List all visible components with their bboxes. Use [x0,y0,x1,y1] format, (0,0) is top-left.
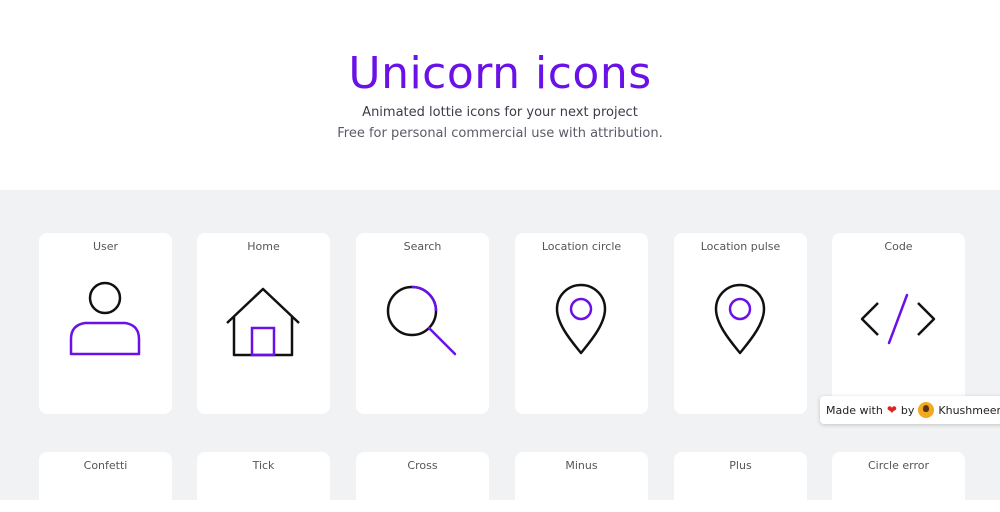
icon-card-label: Location pulse [700,240,781,253]
icon-card-circle-error[interactable]: Circle error [832,452,965,512]
hero-header: Unicorn icons Animated lottie icons for … [0,0,1000,190]
icon-card-label: Confetti [83,459,128,472]
icon-card-label: Code [884,240,913,253]
icon-gallery: User Home Search Location circle Locatio… [0,190,1000,512]
icon-card-label: User [92,240,119,253]
icon-card-minus[interactable]: Minus [515,452,648,512]
icon-card-label: Minus [565,459,598,472]
icon-card-home[interactable]: Home [197,233,330,414]
icon-card-code[interactable]: Code [832,233,965,414]
icon-card-label: Circle error [867,459,929,472]
page-title: Unicorn icons [348,48,652,99]
icon-card-label: Cross [407,459,438,472]
location-circle-icon [555,283,607,355]
icon-card-search[interactable]: Search [356,233,489,414]
icon-card-plus[interactable]: Plus [674,452,807,512]
by-text: by [900,403,915,417]
page-subtitle: Animated lottie icons for your next proj… [362,105,638,120]
icon-card-user[interactable]: User [39,233,172,414]
made-with-text: Made with [826,403,883,417]
home-icon [226,287,300,357]
icon-card-cross[interactable]: Cross [356,452,489,512]
icon-card-location-circle[interactable]: Location circle [515,233,648,414]
icon-card-label: Home [247,240,280,253]
heart-icon: ❤ [886,403,897,417]
icon-card-label: Tick [252,459,275,472]
code-icon [860,293,936,345]
search-icon [386,285,457,356]
icon-card-label: Search [403,240,442,253]
icon-card-location-pulse[interactable]: Location pulse [674,233,807,414]
avatar [918,402,935,418]
author-name: Khushmeen [938,403,1000,417]
user-icon [69,281,141,356]
icon-card-label: Plus [729,459,752,472]
location-pulse-icon [714,283,766,355]
icon-card-label: Location circle [541,240,622,253]
icon-card-tick[interactable]: Tick [197,452,330,512]
license-note: Free for personal commercial use with at… [337,126,663,141]
icon-card-confetti[interactable]: Confetti [39,452,172,512]
made-with-badge[interactable]: Made with ❤ by Khushmeen [820,396,1000,424]
